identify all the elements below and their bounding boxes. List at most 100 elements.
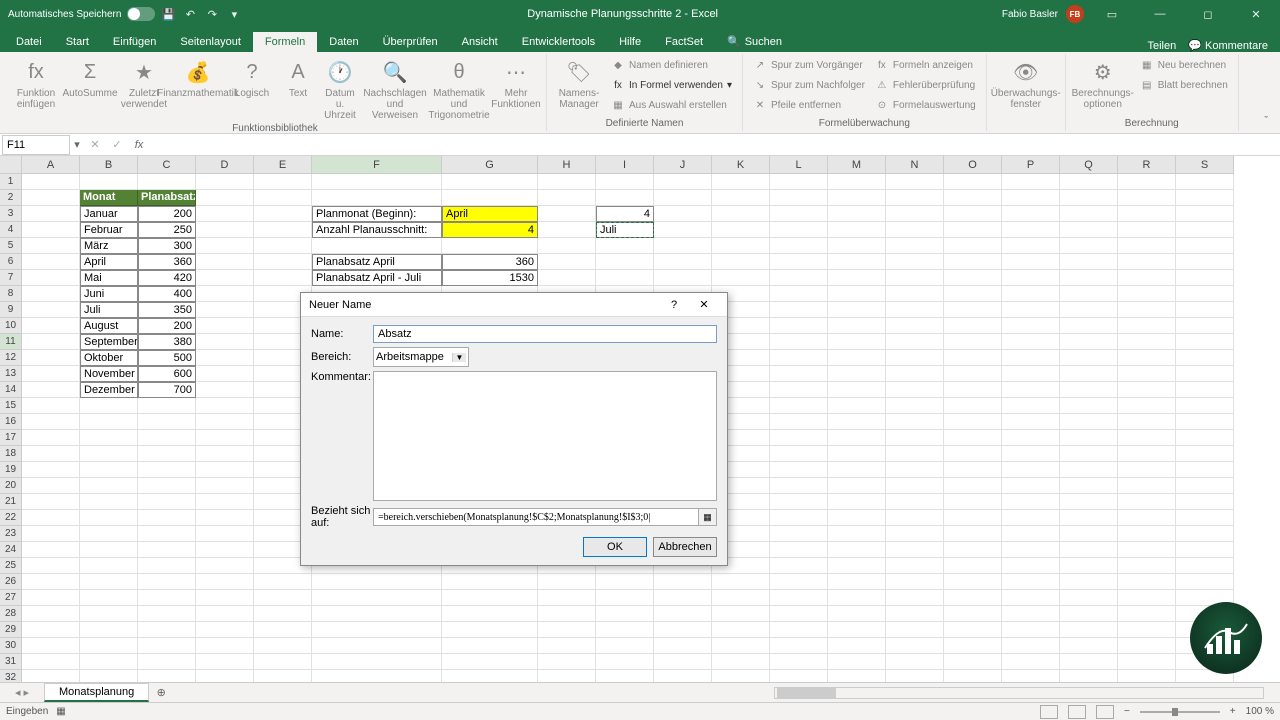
cell[interactable] [886,638,944,654]
cell[interactable] [22,270,80,286]
cell[interactable] [828,270,886,286]
cell[interactable] [1176,574,1234,590]
horizontal-scrollbar[interactable] [774,687,1264,699]
cell[interactable] [828,398,886,414]
cell[interactable] [196,478,254,494]
col-header[interactable]: Q [1060,156,1118,174]
cell[interactable] [654,606,712,622]
cell[interactable] [1176,254,1234,270]
row-header[interactable]: 1 [0,174,22,190]
cell[interactable] [312,190,442,206]
cell[interactable]: 250 [138,222,196,238]
row-header[interactable]: 23 [0,526,22,542]
fx-icon[interactable]: fx [128,139,150,151]
cell[interactable] [1060,190,1118,206]
cell[interactable] [828,590,886,606]
calc-now-button[interactable]: ▦Neu berechnen [1136,56,1232,74]
cell[interactable] [1176,206,1234,222]
cell[interactable] [886,510,944,526]
cell[interactable] [1118,334,1176,350]
cell[interactable] [196,558,254,574]
cell[interactable] [22,318,80,334]
cell[interactable] [1176,510,1234,526]
cell[interactable] [770,318,828,334]
cell[interactable] [1118,462,1176,478]
cell[interactable] [1060,366,1118,382]
cell[interactable] [196,526,254,542]
cell[interactable] [22,366,80,382]
row-header[interactable]: 30 [0,638,22,654]
cell[interactable] [254,270,312,286]
cell[interactable] [1060,478,1118,494]
cell[interactable] [138,590,196,606]
scope-select[interactable]: Arbeitsmappe ▼ [373,347,469,367]
cell[interactable] [1118,382,1176,398]
cell[interactable] [442,638,538,654]
define-name-button[interactable]: ◆Namen definieren [607,56,736,74]
cell[interactable]: 350 [138,302,196,318]
cell[interactable]: 600 [138,366,196,382]
page-break-view-icon[interactable] [1096,705,1114,719]
cell[interactable] [22,510,80,526]
cell[interactable] [22,430,80,446]
refers-to-input[interactable] [373,508,699,526]
cell[interactable] [654,174,712,190]
cell[interactable] [196,334,254,350]
cell[interactable] [22,654,80,670]
share-button[interactable]: Teilen [1148,40,1177,52]
cell[interactable] [538,270,596,286]
cell[interactable] [944,254,1002,270]
cell[interactable] [1002,574,1060,590]
cell[interactable] [1118,510,1176,526]
cell[interactable] [196,190,254,206]
cell[interactable] [442,606,538,622]
cell[interactable] [1002,270,1060,286]
cell[interactable] [80,446,138,462]
cell[interactable] [944,238,1002,254]
sheet-nav[interactable]: ◂ ▸ [0,686,44,699]
watch-window-button[interactable]: 👁Überwachungs-fenster [993,56,1059,112]
cell[interactable] [138,526,196,542]
cell[interactable] [1060,574,1118,590]
tab-factset[interactable]: FactSet [653,32,715,52]
cell[interactable] [828,286,886,302]
cell[interactable] [1002,366,1060,382]
cell[interactable] [886,238,944,254]
cell[interactable] [80,638,138,654]
cell[interactable] [828,494,886,510]
cell[interactable] [1002,286,1060,302]
cell[interactable] [944,430,1002,446]
cell[interactable] [312,622,442,638]
cell[interactable] [312,606,442,622]
cell[interactable] [770,526,828,542]
cell[interactable] [22,638,80,654]
cell[interactable] [886,206,944,222]
cell[interactable]: Planabsatz April [312,254,442,270]
cell[interactable] [1002,318,1060,334]
cell[interactable]: Oktober [80,350,138,366]
col-header[interactable]: O [944,156,1002,174]
cell[interactable]: 420 [138,270,196,286]
cell[interactable] [770,638,828,654]
cell[interactable] [1060,430,1118,446]
cell[interactable] [828,462,886,478]
cell[interactable] [596,190,654,206]
cell[interactable] [1176,318,1234,334]
cell[interactable] [1060,174,1118,190]
cell[interactable] [712,238,770,254]
cell[interactable] [1118,430,1176,446]
col-header[interactable]: D [196,156,254,174]
datetime-button[interactable]: 🕐Datum u. Uhrzeit [318,56,362,123]
cell[interactable] [196,606,254,622]
cell[interactable] [1118,254,1176,270]
row-header[interactable]: 7 [0,270,22,286]
cell[interactable] [596,606,654,622]
cell[interactable] [886,382,944,398]
cell[interactable] [80,398,138,414]
cell[interactable] [196,174,254,190]
cell[interactable] [1176,302,1234,318]
cell[interactable] [1118,446,1176,462]
cell[interactable] [1118,622,1176,638]
cell[interactable] [196,574,254,590]
cell[interactable] [196,414,254,430]
